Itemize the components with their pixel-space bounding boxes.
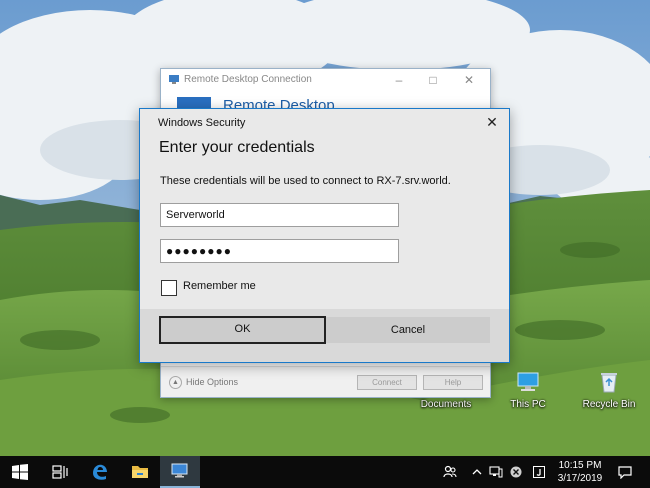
dialog-heading: Enter your credentials [159,139,315,156]
network-glyph [489,466,503,478]
desktop-icon-label: This PC [510,399,546,410]
ime-glyph [533,466,545,478]
edge-browser-icon [93,464,107,480]
dialog-description: These credentials will be used to connec… [160,175,451,187]
notification-glyph [618,465,632,479]
dialog-footer: OK Cancel [140,309,509,362]
cancel-button[interactable]: Cancel [326,317,490,343]
input-indicator-icon[interactable] [529,456,549,488]
ok-button[interactable]: OK [159,316,326,344]
remember-me-checkbox[interactable] [161,280,177,296]
chevron-up-icon[interactable] [470,456,484,488]
muted-glyph [510,466,522,478]
rdc-title: Remote Desktop Connection [184,74,312,85]
maximize-icon[interactable]: □ [417,71,449,89]
taskbar: 10:15 PM 3/17/2019 [0,456,650,488]
rdc-titlebar[interactable]: Remote Desktop Connection – □ ✕ [161,69,490,91]
file-explorer-icon [132,466,148,478]
clock-time: 10:15 PM [558,460,602,471]
action-center-icon[interactable] [614,456,636,488]
remote-desktop-icon [169,75,179,84]
rdc-bottom-bar: ▲ Hide Options Connect Help [161,366,490,397]
desktop-icon-recycle-bin[interactable]: Recycle Bin [569,368,649,410]
hide-options-toggle[interactable]: ▲ Hide Options [169,376,238,389]
minimize-icon[interactable]: – [383,71,415,89]
remember-me-label[interactable]: Remember me [183,280,256,292]
remote-desktop-icon [171,463,188,478]
rdc-banner: Remote Desktop [161,91,490,109]
connect-button[interactable]: Connect [357,375,417,390]
taskbar-file-explorer[interactable] [120,456,160,488]
start-button[interactable] [0,456,40,488]
taskbar-remote-desktop[interactable] [160,456,200,488]
desktop-icon-this-pc[interactable]: This PC [488,368,568,410]
desktop-icon-label: Recycle Bin [582,399,636,410]
this-pc-icon [517,372,539,391]
people-icon[interactable] [438,456,462,488]
chevron-glyph [472,469,482,475]
dialog-caption: Windows Security [158,117,246,129]
close-icon[interactable]: ✕ [483,113,501,131]
hide-options-label: Hide Options [186,376,239,387]
windows-logo-icon [12,464,28,480]
volume-muted-icon[interactable] [507,456,525,488]
help-button[interactable]: Help [423,375,483,390]
task-view-icon [52,465,68,479]
network-icon[interactable] [487,456,505,488]
windows-security-dialog: Windows Security ✕ Enter your credential… [139,108,510,363]
chevron-up-icon: ▲ [169,376,182,389]
desktop-icon-label: Documents [420,399,472,410]
recycle-bin-icon [601,373,617,393]
taskbar-clock[interactable]: 10:15 PM 3/17/2019 [556,459,604,485]
username-field[interactable] [160,203,399,227]
password-field[interactable] [160,239,399,263]
task-view-button[interactable] [40,456,80,488]
taskbar-edge[interactable] [80,456,120,488]
close-icon[interactable]: ✕ [453,71,485,89]
people-glyph [443,465,457,478]
desktop: Documents This PC Recycle Bin Remote Des… [0,0,650,456]
clock-date: 3/17/2019 [557,473,603,484]
